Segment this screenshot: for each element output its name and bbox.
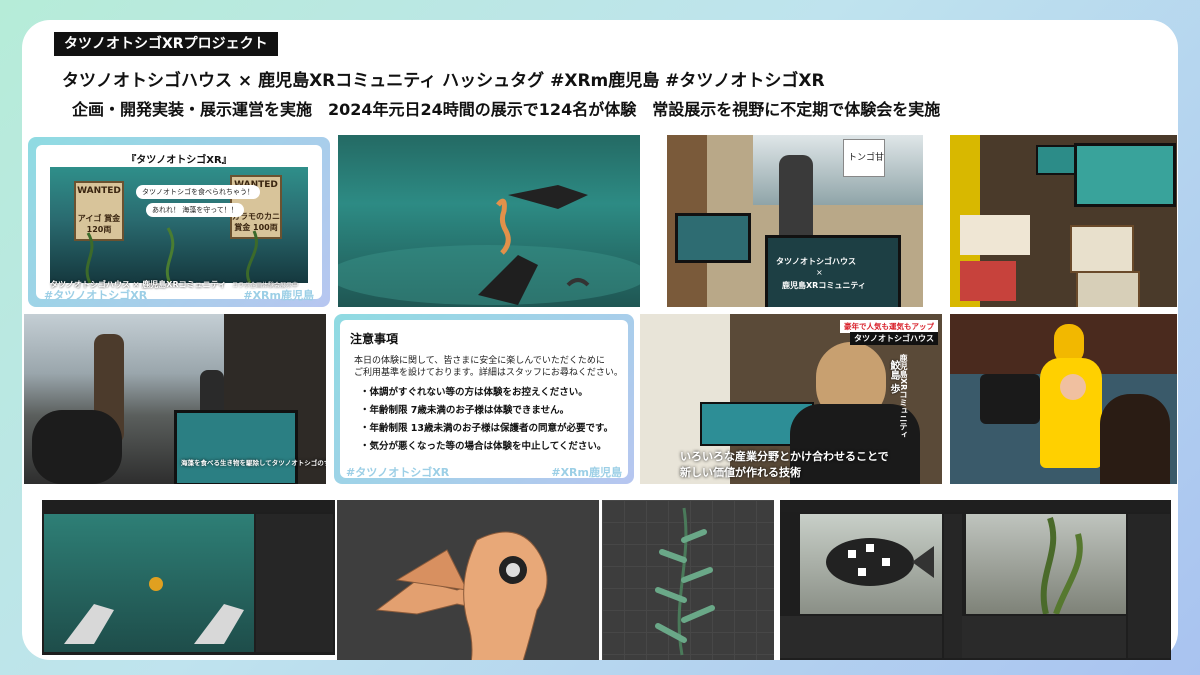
speech-bubble-1: タツノオトシゴを食べられちゃう！ xyxy=(136,185,260,199)
headline-summary: 企画・開発実装・展示運営を実施 2024年元日24時間の展示で124名が体験 常… xyxy=(72,100,941,119)
seaweed-3d-model xyxy=(602,500,774,660)
unity-editor-screenshot xyxy=(42,500,335,655)
notice-item-1: ・体調がすぐれない等の方は体験をお控えください。 xyxy=(360,387,588,398)
tv-screen: タツノオトシゴハウス × 鹿児島XRコミュニティ xyxy=(765,235,901,307)
notice-intro-2: ご利用基準を設けております。詳細はスタッフにお尋ねください。 xyxy=(354,368,623,378)
display-screens-photo xyxy=(950,135,1177,307)
tv-banner-sub: タツノオトシゴハウス xyxy=(850,332,938,345)
video-camera xyxy=(980,374,1040,424)
monitor-caption: 海藻を食べる生き物を駆除してタツノオトシゴのすみかを守ろう xyxy=(181,459,326,467)
notice-item-3: ・年齢制限 13歳未満のお子様は保護者の同意が必要です。 xyxy=(360,423,614,434)
poster-game-scene: WANTED アイゴ 賞金 120両 WANTED ガラモのカニ 賞金 100両… xyxy=(50,167,308,283)
poster-hashtag-left: #タツノオトシゴXR xyxy=(44,289,148,302)
handwritten-sign: トンゴ甘 xyxy=(843,139,885,177)
poster-title: 『タツノオトシゴXR』 xyxy=(126,155,232,166)
vr-underwater-photo xyxy=(338,135,640,307)
seaweed-illustration xyxy=(85,227,258,283)
subtitle-line-2: 新しい価値が作れる技術 xyxy=(680,466,801,479)
game-monitor: 海藻を食べる生き物を駆除してタツノオトシゴのすみかを守ろう xyxy=(174,410,326,484)
project-tag: タツノオトシゴXRプロジェクト xyxy=(54,32,278,56)
poster-image: 『タツノオトシゴXR』 WANTED アイゴ 賞金 120両 WANTED ガラ… xyxy=(28,137,330,307)
seahorse-3d-model xyxy=(337,500,599,660)
notice-item-2: ・年齢制限 7歳未満のお子様は体験できません。 xyxy=(360,405,570,416)
notice-panel: 注意事項 本日の体験に関して、皆さまに安全に楽しんでいただくために ご利用基準を… xyxy=(334,314,634,484)
outdoor-vr-photo: 海藻を食べる生き物を駆除してタツノオトシゴのすみかを守ろう xyxy=(24,314,326,484)
poster-hashtag-right: #XRm鹿児島 xyxy=(243,289,314,302)
booth-photo: トンゴ甘 タツノオトシゴハウス × 鹿児島XRコミュニティ xyxy=(667,135,923,307)
headline-collab: タツノオトシゴハウス × 鹿児島XRコミュニティ ハッシュタグ #XRm鹿児島 … xyxy=(62,71,825,91)
tv-camera-photo xyxy=(950,314,1177,484)
subtitle-line-1: いろいろな産業分野とかけ合わせることで xyxy=(680,450,889,463)
notice-item-4: ・気分が悪くなった等の場合は体験を中止してください。 xyxy=(360,441,607,452)
vr-hands-seahorse xyxy=(338,185,640,305)
fish-3d-model xyxy=(780,500,973,660)
interview-photo: 豪年で人気も運気もアップ タツノオトシゴハウス 鹿児島XRコミュニティ 鮫島 歩… xyxy=(640,314,942,484)
notice-title: 注意事項 xyxy=(350,332,399,346)
notice-hashtag-left: #タツノオトシゴXR xyxy=(346,466,450,479)
interviewee-name: 鮫島 歩 xyxy=(888,360,899,394)
seaweed-render-screenshot xyxy=(962,500,1171,660)
notice-hashtag-right: #XRm鹿児島 xyxy=(551,466,622,479)
speech-bubble-2: あれれ！ 海藻を守って！！ xyxy=(146,203,244,217)
